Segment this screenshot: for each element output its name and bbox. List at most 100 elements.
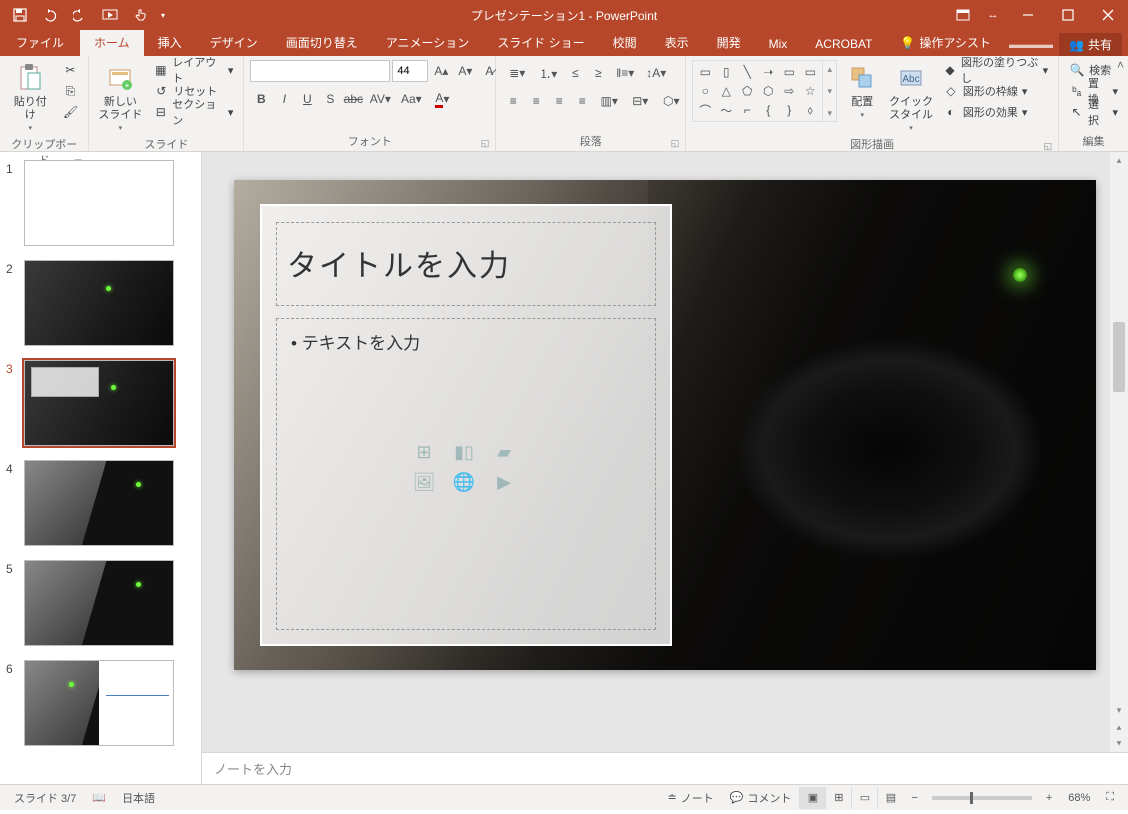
select-button[interactable]: ↖選択 ▾ [1065,102,1122,122]
thumbnail-6[interactable]: 6 [6,660,191,746]
align-right-button[interactable]: ≡ [548,90,570,112]
thumbnail-5[interactable]: 5 [6,560,191,646]
paste-button[interactable]: 貼り付け▾ [6,60,54,134]
tab-acrobat[interactable]: ACROBAT [801,32,886,56]
zoom-out-button[interactable]: − [903,792,925,804]
shape-effects-button[interactable]: ◐図形の効果 ▾ [939,102,1052,122]
tab-tellme[interactable]: 💡操作アシスト [886,29,1004,56]
layout-button[interactable]: ▦レイアウト ▾ [149,60,237,80]
underline-button[interactable]: U [296,88,318,110]
shapes-gallery[interactable]: ▭▯╲➝▭▭ ○△⬠⬡⇨☆ ⌒～⌐{}⬨ [693,61,822,121]
cut-button[interactable]: ✂ [58,60,82,80]
thumbnail-2[interactable]: 2 [6,260,191,346]
redo-button[interactable] [66,2,94,28]
slide-canvas[interactable]: タイトルを入力 テキストを入力 ⊞ ▮▯ ▰ 🖼 🌐 ▶ [234,180,1096,670]
align-left-button[interactable]: ≡ [502,90,524,112]
char-spacing-button[interactable]: AV▾ [365,88,395,110]
notes-pane[interactable]: ノートを入力 [202,752,1128,784]
copy-button[interactable]: ⎘ [58,81,82,101]
tab-mix[interactable]: Mix [755,32,802,56]
zoom-in-button[interactable]: + [1038,792,1060,804]
text-direction-button[interactable]: ↕A▾ [641,62,671,84]
spellcheck-button[interactable]: 📖 [84,791,114,804]
minimize-button[interactable] [1008,0,1048,30]
slide-indicator[interactable]: スライド 3/7 [6,790,84,806]
notes-toggle[interactable]: ≐ノート [659,790,721,806]
decrease-indent-button[interactable]: ≤ [564,62,586,84]
thumbnail-3[interactable]: 3 [6,360,191,446]
scroll-up[interactable]: ▴ [1110,152,1128,168]
font-name-input[interactable] [250,60,390,82]
section-button[interactable]: ⊟セクション ▾ [149,102,237,122]
zoom-level[interactable]: 68% [1060,792,1098,804]
bullets-button[interactable]: ≣▾ [502,62,532,84]
insert-chart-icon[interactable]: ▮▯ [450,442,478,464]
arrange-button[interactable]: 配置▾ [841,60,883,121]
touch-mode-button[interactable] [126,2,154,28]
language-button[interactable]: 日本語 [114,790,163,806]
tab-home[interactable]: ホーム [80,29,144,56]
grow-font-button[interactable]: A▴ [430,60,452,82]
font-color-button[interactable]: A▾ [427,88,457,110]
new-slide-button[interactable]: + 新しい スライド▾ [95,60,145,134]
insert-smartart-icon[interactable]: ▰ [490,442,518,464]
shapes-up[interactable]: ▴ [823,61,836,77]
scroll-thumb[interactable] [1113,322,1125,392]
prev-slide-button[interactable]: ⯅ [1110,720,1128,736]
tab-file[interactable]: ファイル [0,29,80,56]
increase-indent-button[interactable]: ≥ [587,62,609,84]
maximize-button[interactable] [1048,0,1088,30]
insert-online-picture-icon[interactable]: 🌐 [450,472,478,494]
next-slide-button[interactable]: ⯆ [1110,736,1128,752]
qat-customize-button[interactable]: ▾ [156,2,170,28]
reading-view-button[interactable]: ▭ [851,787,877,809]
tab-transitions[interactable]: 画面切り替え [272,29,372,56]
scroll-down[interactable]: ▾ [1110,702,1128,718]
tab-insert[interactable]: 挿入 [144,29,196,56]
share-button[interactable]: 👥共有 [1059,33,1122,56]
smartart-button[interactable]: ⬡▾ [656,90,686,112]
change-case-button[interactable]: Aa▾ [396,88,426,110]
font-size-input[interactable] [392,60,428,82]
tab-developer[interactable]: 開発 [703,29,755,56]
sorter-view-button[interactable]: ⊞ [825,787,851,809]
comments-toggle[interactable]: 💬コメント [722,790,800,806]
slideshow-view-button[interactable]: ▤ [877,787,903,809]
tab-slideshow[interactable]: スライド ショー [483,29,598,56]
normal-view-button[interactable]: ▣ [799,787,825,809]
shape-fill-button[interactable]: ◆図形の塗りつぶし ▾ [939,60,1052,80]
sync-button[interactable]: ↔ [978,0,1008,30]
insert-video-icon[interactable]: ▶ [490,472,518,494]
columns-button[interactable]: ▥▾ [594,90,624,112]
slideshow-start-button[interactable] [96,2,124,28]
user-name[interactable]: ▬▬▬▬ [1009,39,1053,51]
close-button[interactable] [1088,0,1128,30]
body-placeholder[interactable]: テキストを入力 ⊞ ▮▯ ▰ 🖼 🌐 ▶ [276,318,656,630]
paragraph-launcher[interactable]: ◱ [671,138,680,149]
shapes-down[interactable]: ▾ [823,83,836,99]
font-launcher[interactable]: ◱ [481,138,490,149]
align-text-button[interactable]: ⊟▾ [625,90,655,112]
tab-animations[interactable]: アニメーション [372,29,484,56]
line-spacing-button[interactable]: ‖≡▾ [610,62,640,84]
quick-styles-button[interactable]: Abc クイック スタイル▾ [887,60,935,134]
title-placeholder[interactable]: タイトルを入力 [276,222,656,306]
shape-outline-button[interactable]: ◇図形の枠線 ▾ [939,81,1052,101]
vertical-scrollbar[interactable]: ▴ ▾ ⯅⯆ [1110,152,1128,752]
tab-review[interactable]: 校閲 [599,29,651,56]
tab-design[interactable]: デザイン [196,29,272,56]
undo-button[interactable] [36,2,64,28]
bold-button[interactable]: B [250,88,272,110]
insert-table-icon[interactable]: ⊞ [410,442,438,464]
italic-button[interactable]: I [273,88,295,110]
numbering-button[interactable]: ⒈▾ [533,62,563,84]
thumbnail-1[interactable]: 1 [6,160,191,246]
zoom-slider[interactable] [932,796,1032,800]
format-painter-button[interactable]: 🖌 [58,102,82,122]
tab-view[interactable]: 表示 [651,29,703,56]
save-button[interactable] [6,2,34,28]
fit-to-window-button[interactable]: ⛶ [1098,791,1122,804]
shrink-font-button[interactable]: A▾ [454,60,476,82]
thumbnail-4[interactable]: 4 [6,460,191,546]
shadow-button[interactable]: S [319,88,341,110]
